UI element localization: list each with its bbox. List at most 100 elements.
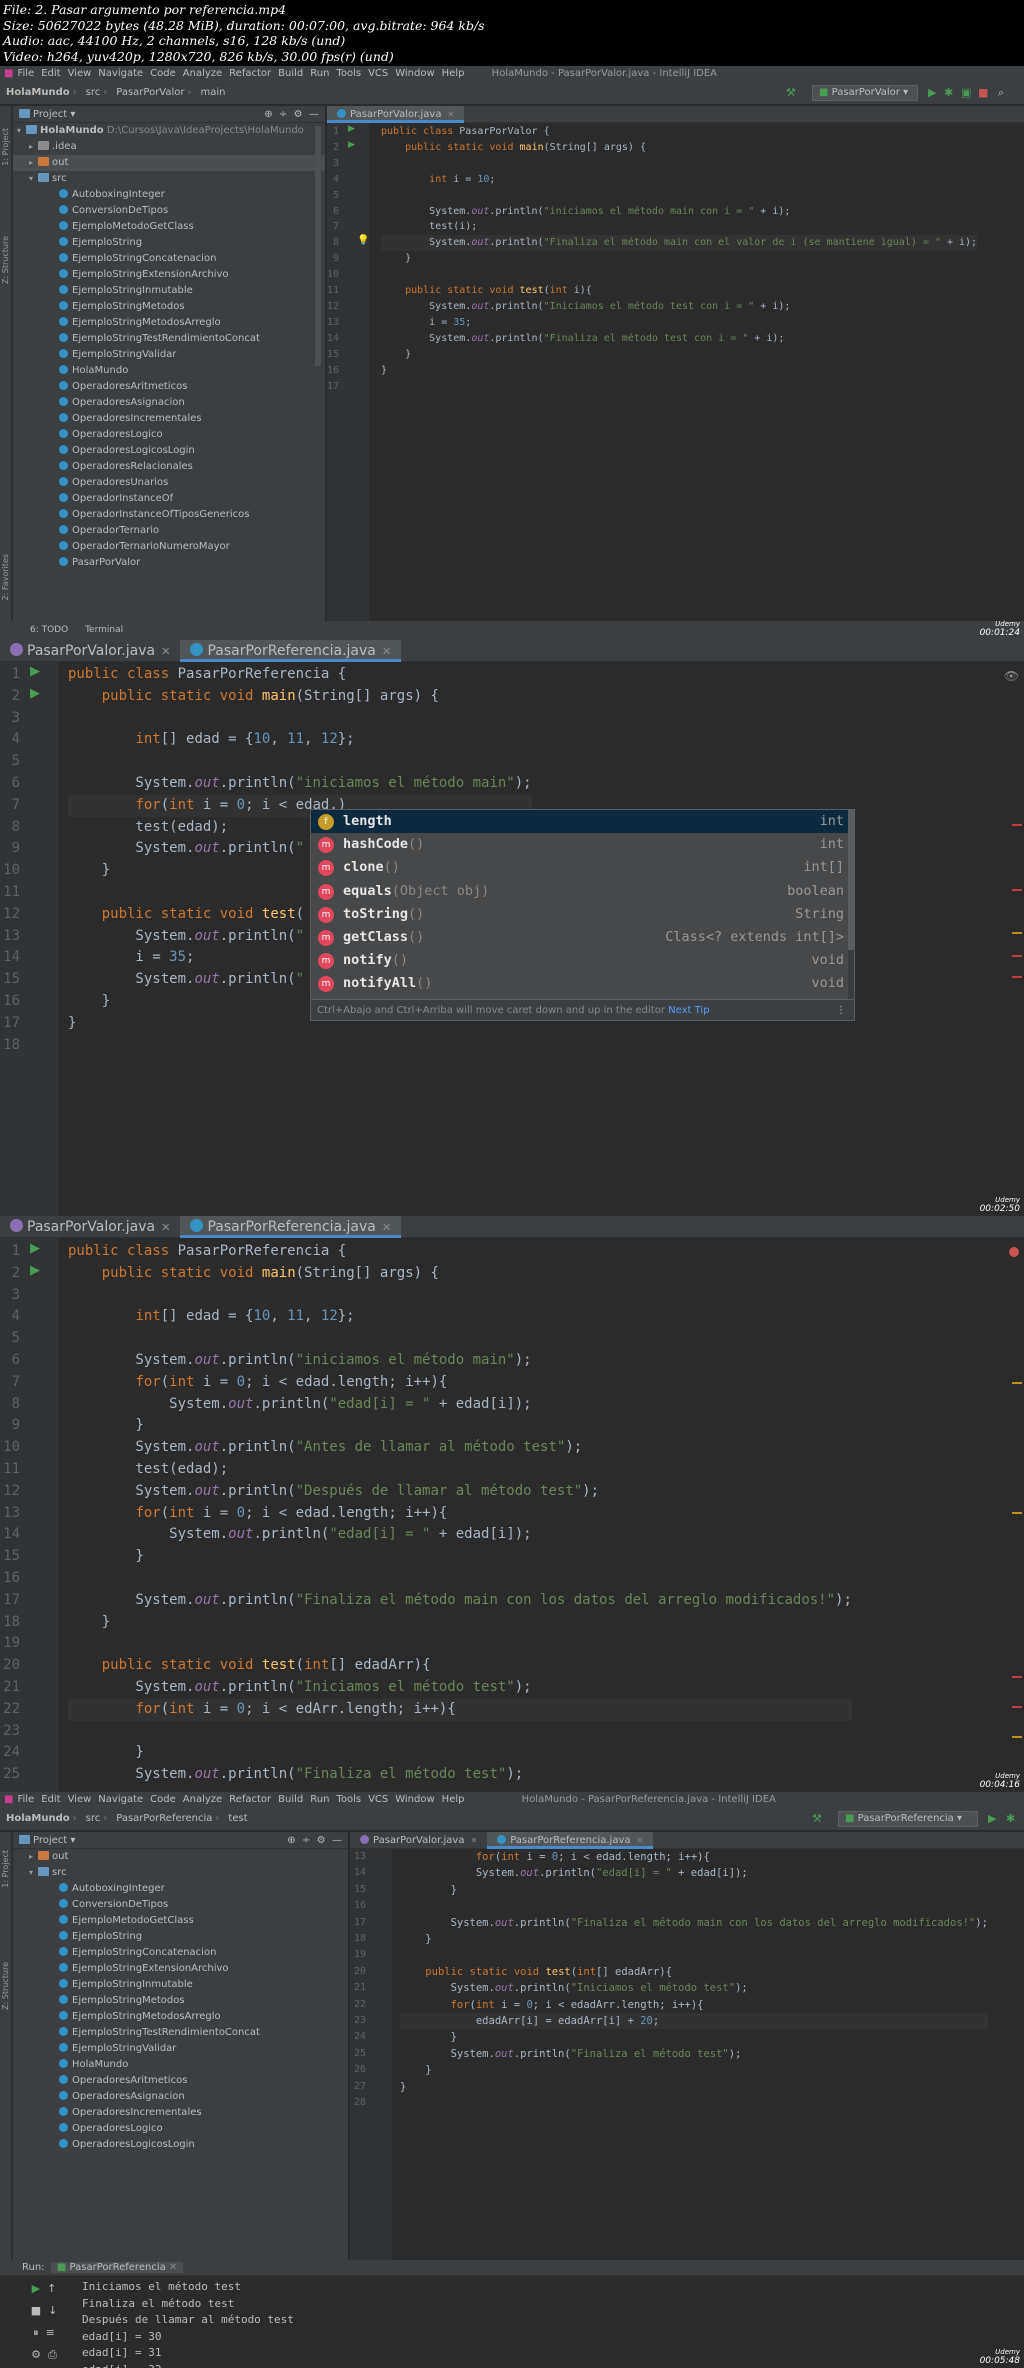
tree-folder-out[interactable]: ▸ out <box>13 1849 348 1865</box>
close-icon[interactable]: ✕ <box>161 645 170 658</box>
code-line[interactable]: System.out.println("Antes de llamar al m… <box>68 1437 852 1459</box>
menu-item[interactable]: Tools <box>336 1794 361 1805</box>
run-gutter-icon[interactable]: ▶ <box>30 686 40 701</box>
tree-class-item[interactable]: OperadorInstanceOfTiposGenericos <box>13 507 325 523</box>
menu-item[interactable]: VCS <box>368 1794 388 1805</box>
code-line[interactable]: System.out.println("Finaliza el método m… <box>381 235 978 252</box>
project-scrollbar[interactable] <box>315 126 321 366</box>
code-line[interactable] <box>381 188 977 204</box>
tree-class-item[interactable]: EjemploStringMetodosArreglo <box>13 2009 348 2025</box>
tree-class-item[interactable]: OperadoresAritmeticos <box>13 2073 348 2089</box>
code-line[interactable]: } <box>381 251 977 267</box>
code-line[interactable]: } <box>400 2062 988 2078</box>
code-line[interactable]: for(int i = 0; i < edad.length; i++){ <box>68 1372 852 1394</box>
close-icon[interactable]: ✕ <box>382 1221 391 1234</box>
breadcrumb-item[interactable]: test <box>228 1807 247 1831</box>
menu-item[interactable]: Navigate <box>98 1794 143 1805</box>
code-line[interactable]: int i = 10; <box>381 172 977 188</box>
next-tip-link[interactable]: Next Tip <box>668 1005 709 1016</box>
project-tool-tab[interactable]: 1: Project <box>1 128 10 166</box>
tree-class-item[interactable]: PasarPorValor <box>13 555 325 571</box>
code-line[interactable] <box>68 1721 852 1743</box>
tree-class-item[interactable]: OperadoresIncrementales <box>13 411 325 427</box>
tab-pasarporvalor[interactable]: PasarPorValor.java ✕ <box>327 106 465 123</box>
menu-item[interactable]: Run <box>310 68 329 79</box>
breadcrumb-item[interactable]: HolaMundo <box>6 81 70 105</box>
code-line[interactable]: System.out.println("Iniciamos el método … <box>68 1677 852 1699</box>
code-line[interactable]: System.out.println("Iniciamos el método … <box>381 299 977 315</box>
tree-class-item[interactable]: EjemploMetodoGetClass <box>13 219 325 235</box>
tab-pasarporreferencia[interactable]: PasarPorReferencia.java ✕ <box>180 640 402 662</box>
run-config-select[interactable]: ■ PasarPorReferencia ▾ <box>838 1811 978 1827</box>
code-line[interactable]: for(int i = 0; i < edArr.length; i++){ <box>68 1698 852 1721</box>
tab-pasarporvalor[interactable]: PasarPorValor.java ✕ <box>0 1216 180 1238</box>
code-line[interactable]: } <box>400 1882 988 1898</box>
code-line[interactable]: for(int i = 0; i < edadArr.length; i++){ <box>400 1997 988 2013</box>
tree-class-item[interactable]: ConversionDeTipos <box>13 1897 348 1913</box>
tree-class-item[interactable]: OperadorTernarioNumeroMayor <box>13 539 325 555</box>
run-gutter-icon[interactable]: ▶ <box>348 124 355 134</box>
code-line[interactable] <box>68 1328 852 1350</box>
code-line[interactable]: } <box>68 1742 852 1764</box>
code-line[interactable]: i = 35; <box>381 315 977 331</box>
code-line[interactable]: System.out.println("Finaliza el método t… <box>400 2046 988 2062</box>
autocomplete-scrollbar[interactable] <box>848 810 854 1000</box>
tree-class-item[interactable]: EjemploStringInmutable <box>13 283 325 299</box>
code-line[interactable] <box>68 1035 532 1057</box>
code-line[interactable]: } <box>68 1612 852 1634</box>
tree-class-item[interactable]: OperadoresLogico <box>13 427 325 443</box>
tree-class-item[interactable]: EjemploStringMetodos <box>13 1993 348 2009</box>
autocomplete-item[interactable]: m getClass() Class<? extends int[]> <box>311 926 854 949</box>
menu-item[interactable]: View <box>68 68 92 79</box>
panel-tools[interactable]: ⊕ ÷ ⚙ — <box>287 1832 342 1849</box>
code-line[interactable] <box>68 708 532 730</box>
code-line[interactable]: test(edad); <box>68 1459 852 1481</box>
menu-item[interactable]: Refactor <box>229 68 271 79</box>
tree-class-item[interactable]: ConversionDeTipos <box>13 203 325 219</box>
breadcrumb-item[interactable]: src <box>86 81 101 105</box>
menu-item[interactable]: Help <box>442 68 465 79</box>
close-icon[interactable]: ✕ <box>637 1836 644 1845</box>
autocomplete-item[interactable]: m equals(Object obj) boolean <box>311 880 854 903</box>
favorites-tool-tab[interactable]: 2: Favorites <box>1 554 10 600</box>
tree-class-item[interactable]: OperadorInstanceOf <box>13 491 325 507</box>
panel-tools[interactable]: ⊕ ÷ ⚙ — <box>264 106 319 123</box>
code-line[interactable] <box>68 1568 852 1590</box>
tree-class-item[interactable]: EjemploString <box>13 235 325 251</box>
code-line[interactable]: } <box>400 1931 988 1947</box>
menu-item[interactable]: Edit <box>41 1794 60 1805</box>
code-line[interactable]: public static void test(int[] edadArr){ <box>400 1964 988 1980</box>
more-icon[interactable]: ⋮ <box>836 1000 846 1020</box>
code-area[interactable]: public class PasarPorReferencia { public… <box>68 1241 852 1786</box>
menu-item[interactable]: Navigate <box>98 68 143 79</box>
code-line[interactable]: } <box>400 2079 988 2095</box>
tree-class-item[interactable]: OperadoresIncrementales <box>13 2105 348 2121</box>
menu-item[interactable]: VCS <box>368 68 388 79</box>
code-line[interactable]: public static void main(String[] args) { <box>68 686 532 708</box>
tree-class-item[interactable]: EjemploStringTestRendimientoConcat <box>13 331 325 347</box>
tree-class-item[interactable]: HolaMundo <box>13 2057 348 2073</box>
menu-item[interactable]: File <box>17 68 34 79</box>
debug-icon[interactable]: ✱ <box>1006 1812 1015 1826</box>
lightbulb-icon[interactable]: 💡 <box>357 235 369 246</box>
tree-class-item[interactable]: OperadoresLogico <box>13 2121 348 2137</box>
code-line[interactable]: System.out.println("edad[i] = " + edad[i… <box>68 1524 852 1546</box>
tab-pasarporvalor[interactable]: PasarPorValor.java ✕ <box>0 640 180 662</box>
tab-pasarporreferencia[interactable]: PasarPorReferencia.java ✕ <box>180 1216 402 1238</box>
code-line[interactable] <box>381 267 977 283</box>
menu-item[interactable]: Window <box>395 68 434 79</box>
menu-item[interactable]: Analyze <box>183 1794 222 1805</box>
tree-class-item[interactable]: EjemploString <box>13 1929 348 1945</box>
tree-folder-out[interactable]: ▸ out <box>13 155 325 171</box>
menu-item[interactable]: Analyze <box>183 68 222 79</box>
run-gutter-icon[interactable]: ▶ <box>348 140 355 150</box>
breadcrumb-item[interactable]: src <box>86 1807 101 1831</box>
tree-class-item[interactable]: EjemploStringInmutable <box>13 1977 348 1993</box>
code-line[interactable]: } <box>68 1415 852 1437</box>
tree-root[interactable]: ▾ HolaMundo D:\Cursos\Java\IdeaProjects\H… <box>13 123 325 139</box>
breadcrumb-item[interactable]: HolaMundo <box>6 1807 70 1831</box>
autocomplete-item[interactable]: m clone() int[] <box>311 856 854 879</box>
tree-class-item[interactable]: EjemploStringConcatenacion <box>13 251 325 267</box>
search-everywhere-icon[interactable]: ⌕ <box>998 86 1004 100</box>
menu-item[interactable]: Code <box>150 68 176 79</box>
